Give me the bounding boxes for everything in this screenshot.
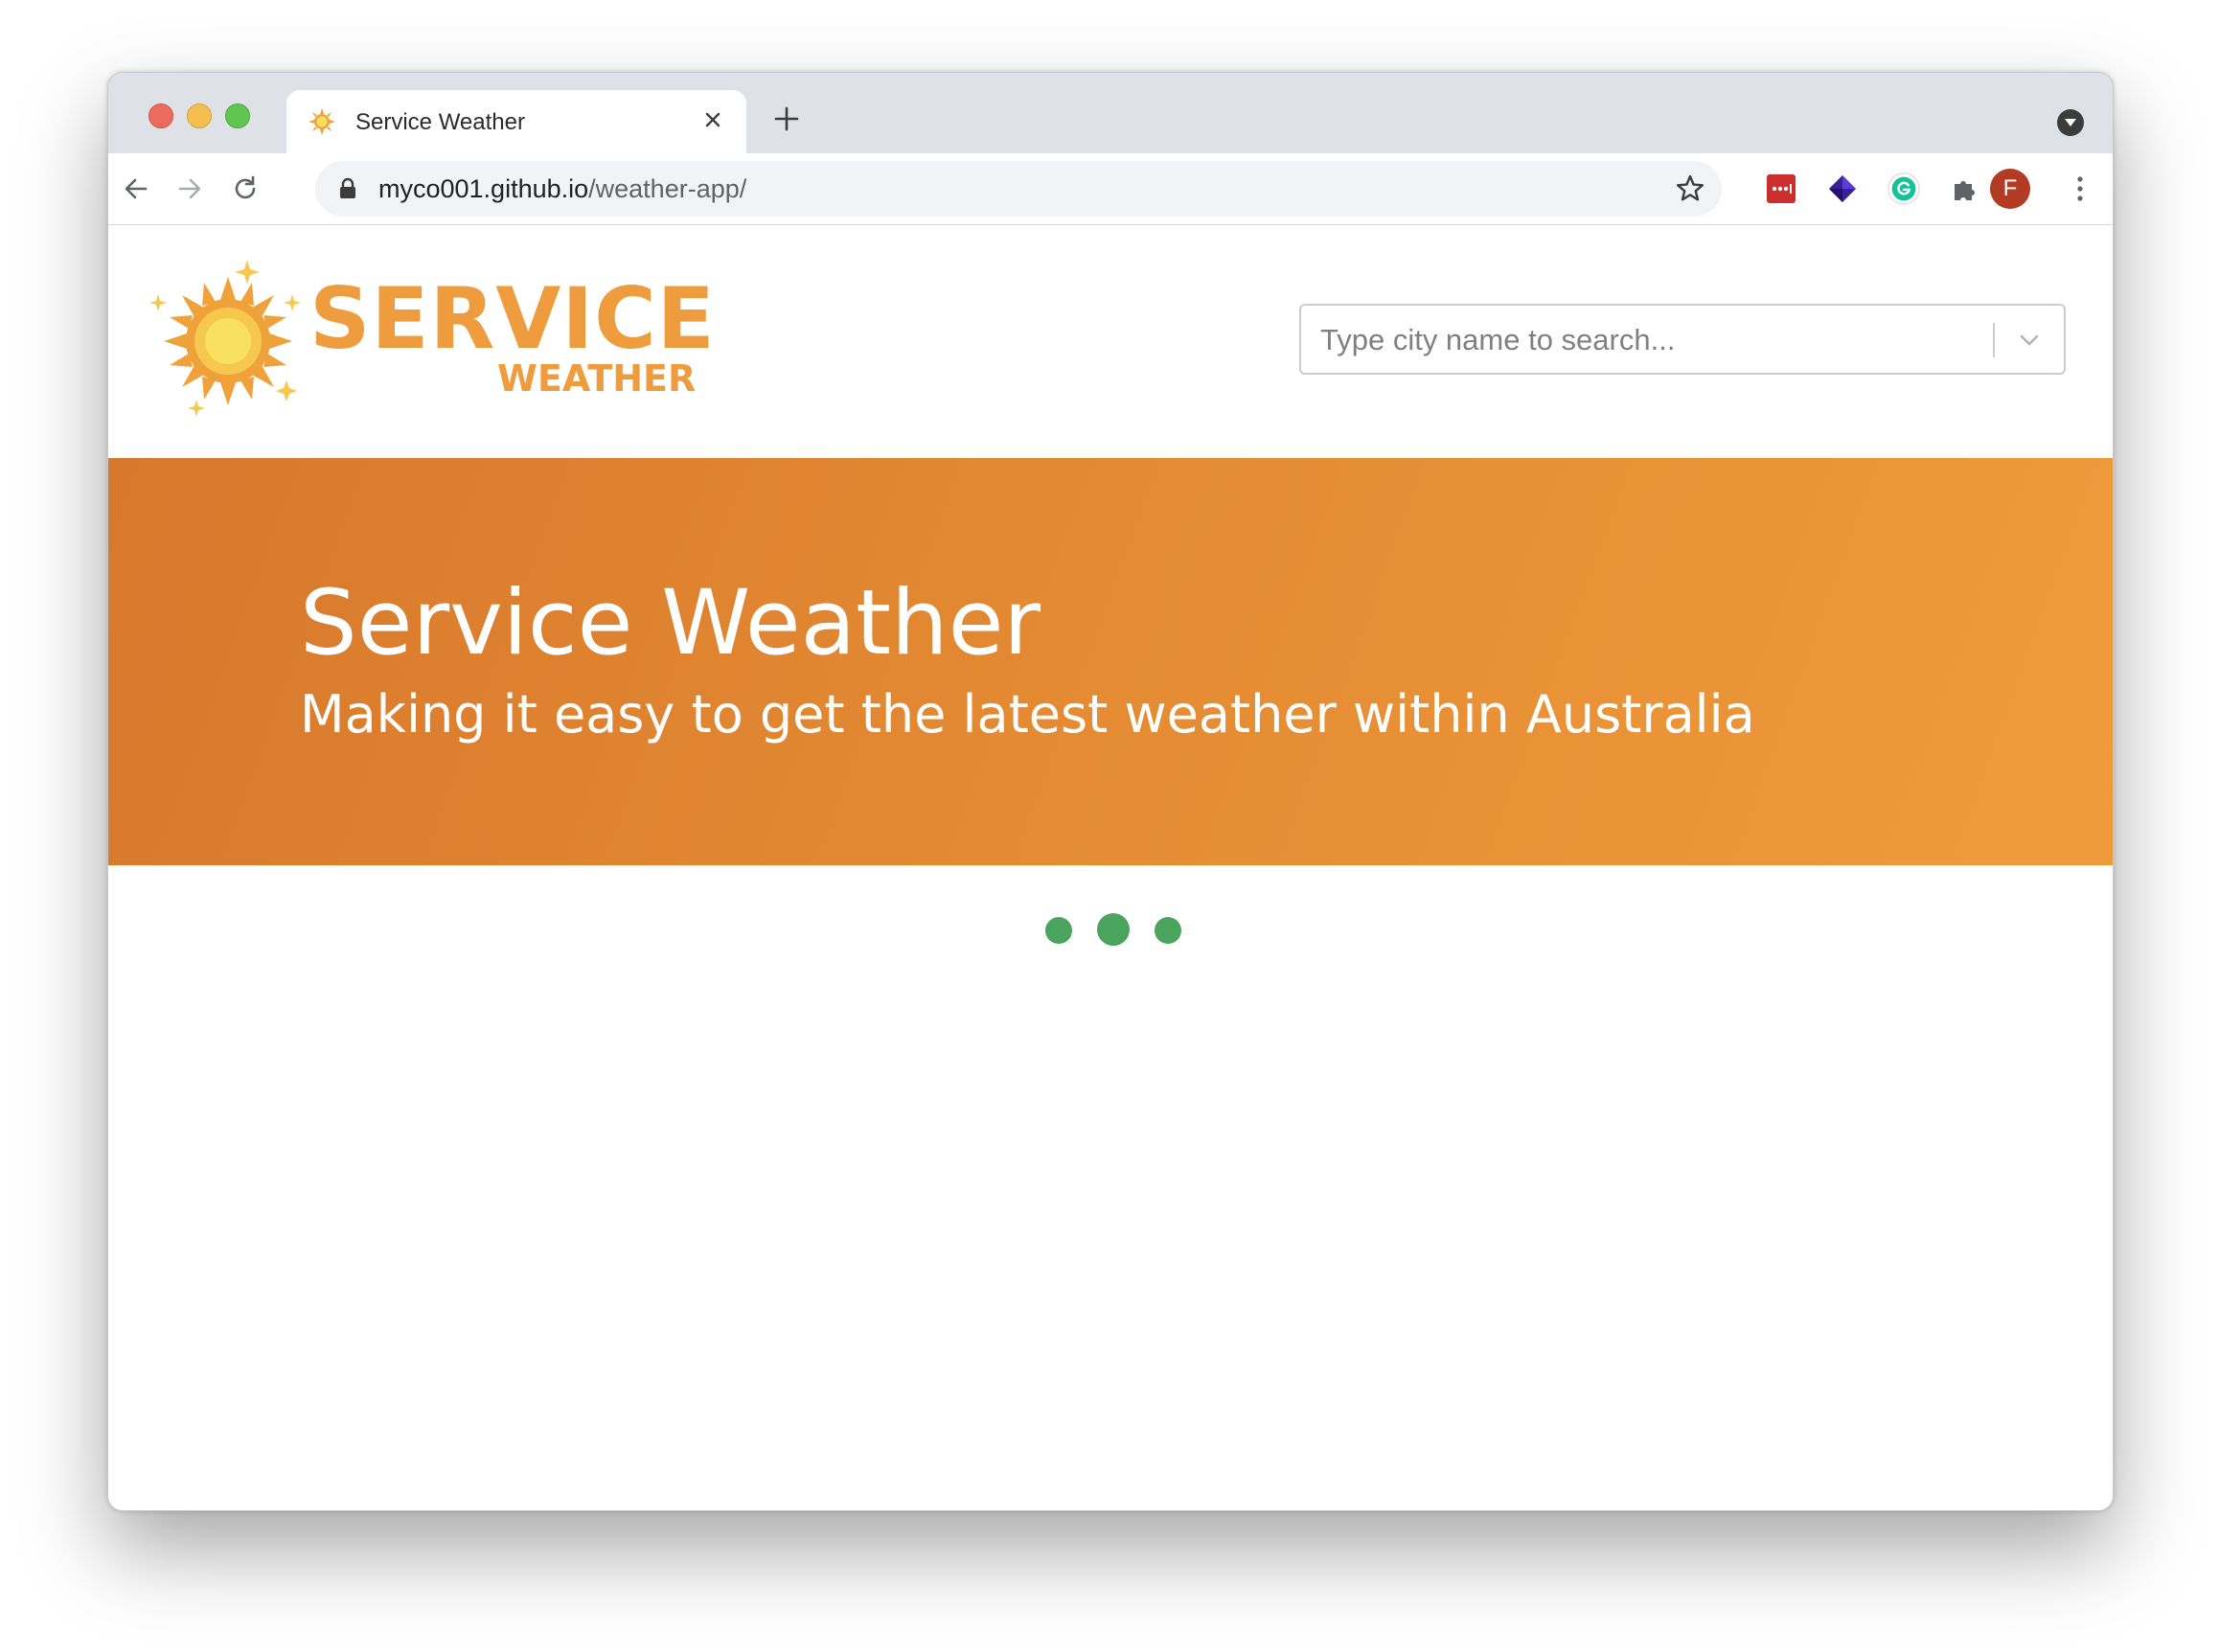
maximize-window-button[interactable]: [225, 103, 250, 128]
diamond-extension-icon[interactable]: [1825, 172, 1860, 206]
browser-window: Service Weather myco001.github.io/weathe…: [107, 72, 2114, 1511]
loading-dot: [1045, 917, 1072, 944]
reload-icon[interactable]: [227, 171, 263, 207]
url-path: /weather-app/: [588, 174, 747, 203]
tab-service-weather[interactable]: Service Weather: [286, 90, 746, 153]
browser-toolbar: myco001.github.io/weather-app/ F: [108, 153, 2113, 225]
tab-search-icon[interactable]: [2057, 109, 2084, 136]
loading-indicator: [1045, 913, 1199, 948]
close-tab-icon[interactable]: [697, 103, 729, 136]
kebab-menu-icon[interactable]: [2063, 172, 2097, 206]
new-tab-icon[interactable]: [769, 102, 804, 136]
back-arrow-icon[interactable]: [118, 171, 154, 207]
puzzle-icon[interactable]: [1948, 172, 1982, 206]
loading-dot: [1155, 917, 1181, 944]
minimize-window-button[interactable]: [187, 103, 212, 128]
url-text: myco001.github.io/weather-app/: [378, 174, 746, 204]
url-host: myco001.github.io: [378, 174, 589, 203]
site-header: SERVICE WEATHER: [108, 225, 2113, 458]
city-search-input[interactable]: [1318, 306, 1993, 375]
tab-strip: Service Weather: [108, 73, 2113, 153]
logo-subtitle: WEATHER: [497, 357, 697, 400]
hero-title: Service Weather: [300, 571, 1041, 676]
city-search-select[interactable]: [1299, 304, 2066, 375]
loading-dot: [1097, 913, 1130, 946]
search-separator: [1993, 323, 1995, 357]
hero-banner: Service Weather Making it easy to get th…: [108, 458, 2113, 865]
forward-arrow-icon[interactable]: [172, 171, 208, 207]
lock-icon: [340, 177, 355, 198]
logo-title: SERVICE: [309, 269, 716, 368]
lastpass-icon[interactable]: [1764, 172, 1798, 206]
tab-title: Service Weather: [355, 109, 525, 135]
web-page: SERVICE WEATHER Service Weather Making i…: [108, 225, 2113, 1510]
grammarly-icon[interactable]: [1887, 172, 1921, 206]
hero-subtitle: Making it easy to get the latest weather…: [300, 684, 1755, 745]
bookmark-star-icon[interactable]: [1674, 172, 1706, 205]
address-bar[interactable]: myco001.github.io/weather-app/: [315, 161, 1722, 217]
chevron-down-icon[interactable]: [2010, 323, 2048, 357]
sun-icon: [309, 108, 335, 135]
close-window-button[interactable]: [149, 103, 173, 128]
profile-avatar[interactable]: F: [1990, 169, 2030, 209]
sun-logo-icon[interactable]: [147, 260, 309, 423]
